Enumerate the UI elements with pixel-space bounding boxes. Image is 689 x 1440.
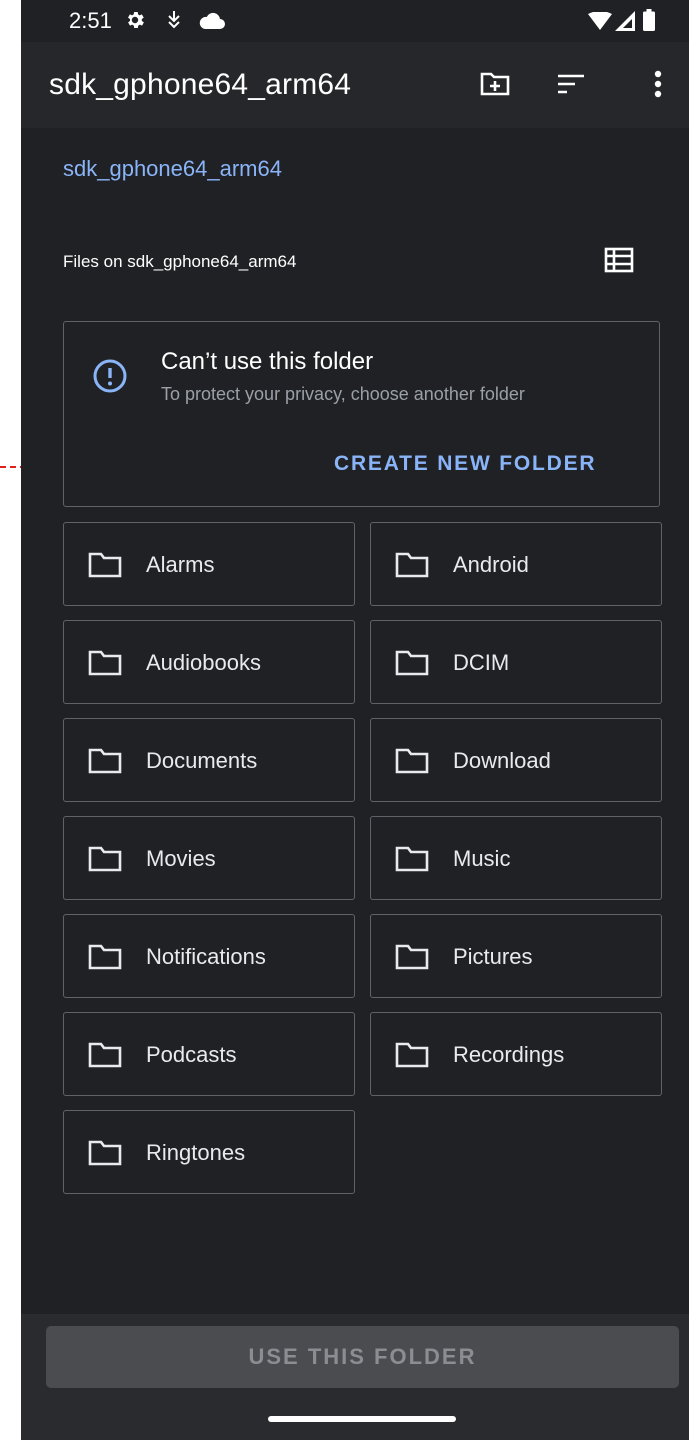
folder-icon [395,846,429,877]
list-view-icon [604,247,634,278]
breadcrumb[interactable]: sdk_gphone64_arm64 [63,156,282,182]
folder-label: Documents [146,748,258,773]
folder-label: DCIM [453,650,510,675]
folder-icon [395,1042,429,1073]
warning-subtitle: To protect your privacy, choose another … [161,384,525,404]
new-folder-icon [480,71,510,102]
folder-label: Recordings [453,1042,565,1067]
folder-pictures[interactable]: Pictures [370,914,662,998]
gesture-nav-handle[interactable] [268,1416,456,1422]
create-new-folder-button[interactable]: CREATE NEW FOLDER [334,452,596,476]
more-vert-icon [654,70,662,103]
folder-documents[interactable]: Documents [63,718,355,802]
folder-download[interactable]: Download [370,718,662,802]
folder-label: Ringtones [146,1140,246,1165]
folder-label: Pictures [453,944,533,969]
new-folder-button[interactable] [473,64,517,108]
folder-icon [395,748,429,779]
battery-icon [643,9,655,36]
folder-icon [395,552,429,583]
folder-icon [395,944,429,975]
folder-icon [88,748,122,779]
folder-icon [88,1042,122,1073]
status-time: 2:51 [69,8,112,33]
folder-audiobooks[interactable]: Audiobooks [63,620,355,704]
folder-icon [88,650,122,681]
folder-label: Android [453,552,529,577]
folder-android[interactable]: Android [370,522,662,606]
sort-icon [556,73,586,100]
folder-movies[interactable]: Movies [63,816,355,900]
folder-recordings[interactable]: Recordings [370,1012,662,1096]
folder-label: Notifications [146,944,266,969]
folder-label: Download [453,748,551,773]
section-header: Files on sdk_gphone64_arm64 [63,252,297,271]
warning-card: Can’t use this folder To protect your pr… [63,321,660,507]
folder-label: Movies [146,846,216,871]
gear-icon [124,9,146,36]
folder-label: Music [453,846,511,871]
use-this-folder-button[interactable]: USE THIS FOLDER [46,1326,679,1388]
warning-title: Can’t use this folder [161,348,374,375]
folder-label: Alarms [146,552,215,577]
status-bar: 2:51 [21,0,689,42]
wifi-icon [588,11,612,35]
app-title: sdk_gphone64_arm64 [49,68,352,101]
folder-dcim[interactable]: DCIM [370,620,662,704]
sort-button[interactable] [549,64,593,108]
download-icon [164,9,184,36]
folder-icon [88,846,122,877]
folder-icon [88,552,122,583]
list-view-toggle[interactable] [599,246,639,278]
app-bar: sdk_gphone64_arm64 [21,42,689,128]
info-icon [92,358,128,399]
folder-icon [395,650,429,681]
folder-music[interactable]: Music [370,816,662,900]
phone-screen: 2:51 sdk_gphone64_arm64 sdk_gphone64_arm… [21,0,689,1440]
signal-icon [615,11,635,36]
folder-ringtones[interactable]: Ringtones [63,1110,355,1194]
cloud-icon [199,11,225,34]
folder-podcasts[interactable]: Podcasts [63,1012,355,1096]
more-options-button[interactable] [636,64,680,108]
folder-icon [88,944,122,975]
bottom-bar: USE THIS FOLDER [21,1314,689,1440]
folder-label: Audiobooks [146,650,261,675]
folder-notifications[interactable]: Notifications [63,914,355,998]
folder-label: Podcasts [146,1042,237,1067]
folder-alarms[interactable]: Alarms [63,522,355,606]
folder-icon [88,1140,122,1171]
